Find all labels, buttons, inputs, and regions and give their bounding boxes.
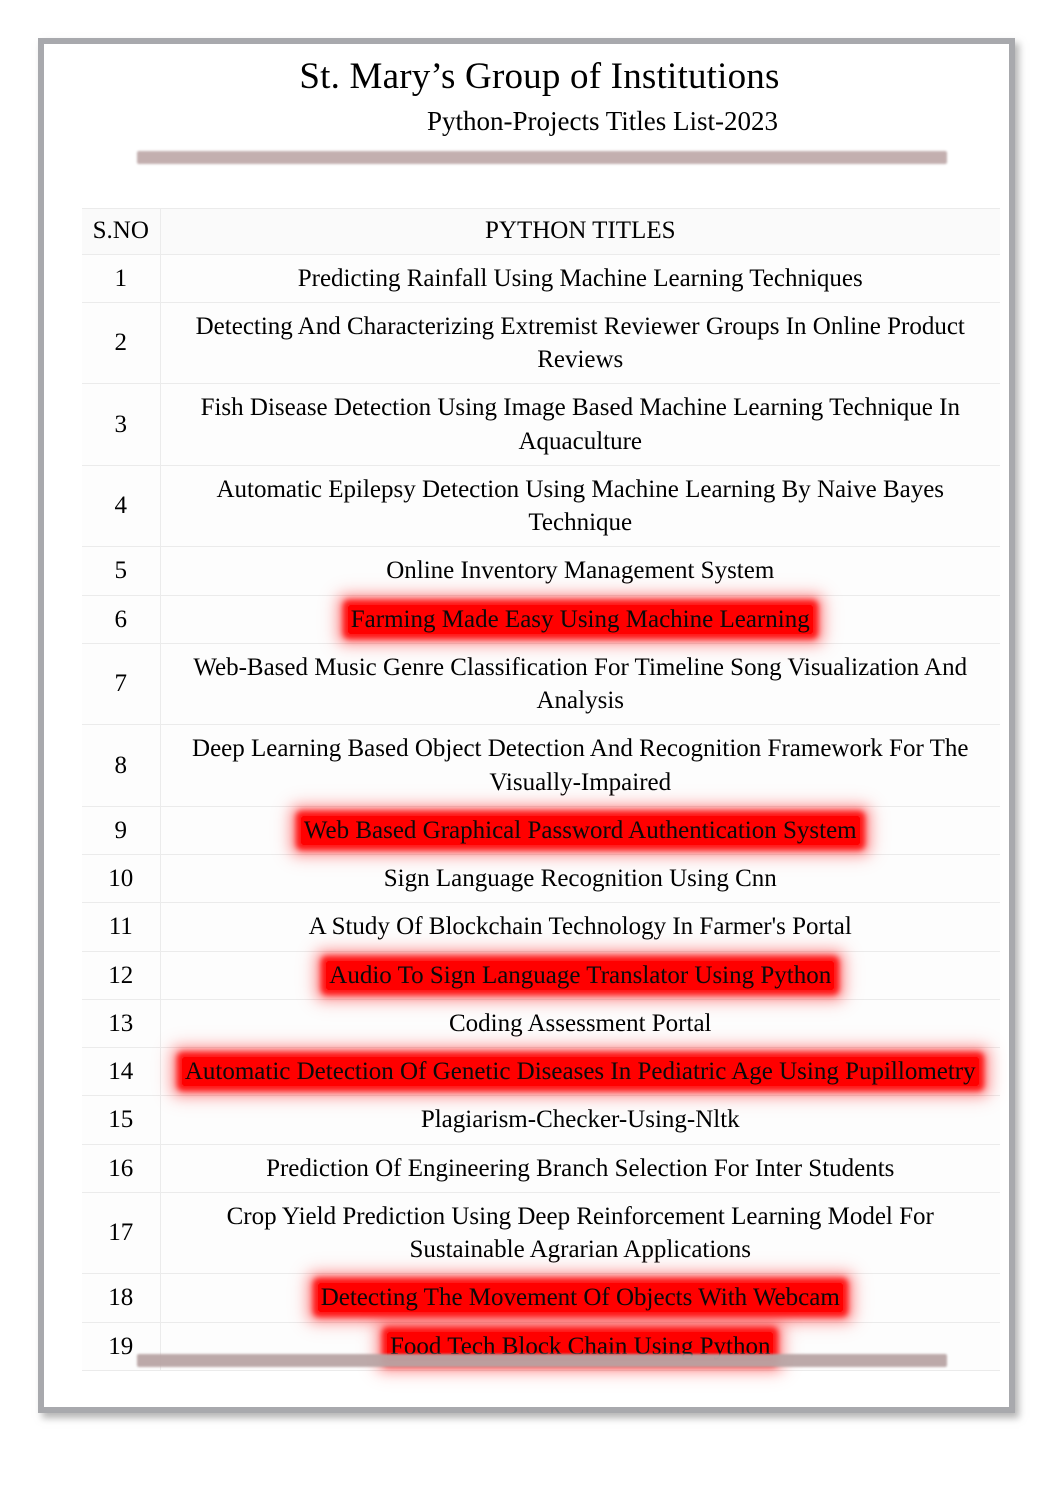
row-serial-number: 7 [82,642,161,726]
project-title-highlighted: Farming Made Easy Using Machine Learning [347,604,813,634]
table-body: 1 Predicting Rainfall Using Machine Learn… [82,253,1000,1371]
document-header: St. Mary’s Group of Institutions Python-… [46,46,1007,165]
table-row: 8 Deep Learning Based Object Detection An… [82,724,1000,807]
row-serial-number: 13 [82,998,161,1049]
row-project-title: Coding Assessment Portal [160,998,1000,1049]
row-project-title: Deep Learning Based Object Detection And… [160,724,1000,807]
row-project-title: Crop Yield Prediction Using Deep Reinfor… [160,1191,1000,1275]
row-serial-number: 12 [82,950,161,1000]
table-row: 1 Predicting Rainfall Using Machine Learn… [82,253,1000,303]
document-page: St. Mary’s Group of Institutions Python-… [44,44,1009,1407]
document-page-frame: St. Mary’s Group of Institutions Python-… [38,38,1015,1413]
row-project-title: A Study Of Blockchain Technology In Farm… [160,902,1000,952]
table-row: 12 Audio To Sign Language Translator Usin… [82,950,1000,1000]
row-project-title: Detecting The Movement Of Objects With W… [160,1273,1000,1323]
row-serial-number: 11 [82,902,161,952]
project-title: Sign Language Recognition Using Cnn [383,865,777,893]
header-decorative-bar [137,151,947,165]
project-title-highlighted: Web Based Graphical Password Authenticat… [300,815,860,845]
project-title: A Study Of Blockchain Technology In Farm… [308,913,852,941]
row-project-title: Predicting Rainfall Using Machine Learni… [160,253,1000,303]
institution-title: St. Mary’s Group of Institutions [299,56,780,97]
table-row: 18 Detecting The Movement Of Objects With… [82,1273,1000,1323]
row-project-title: Automatic Detection Of Genetic Diseases … [160,1047,1000,1097]
project-title-highlighted: Detecting The Movement Of Objects With W… [317,1283,843,1313]
project-title-highlighted: Audio To Sign Language Translator Using … [326,960,835,990]
table-row: 5 Online Inventory Management System [82,546,1000,596]
table-row: 16 Prediction Of Engineering Branch Selec… [82,1143,1000,1193]
table-row: 13 Coding Assessment Portal [82,998,1000,1049]
table-row: 4 Automatic Epilepsy Detection Using Mach… [82,464,1000,548]
table-row: 10 Sign Language Recognition Using Cnn [82,854,1000,904]
row-project-title: Sign Language Recognition Using Cnn [160,854,1000,904]
titles-table-container: S.NO PYTHON TITLES 1 Predicting Rainfall … [46,208,1007,1371]
row-serial-number: 16 [82,1143,161,1193]
table-row: 11 A Study Of Blockchain Technology In Fa… [82,902,1000,952]
table-row: 9 Web Based Graphical Password Authentica… [82,805,1000,856]
project-title: Plagiarism-Checker-Using-Nltk [420,1106,740,1134]
row-serial-number: 3 [82,383,161,466]
row-project-title: Detecting And Characterizing Extremist R… [160,301,1000,385]
project-title: Prediction Of Engineering Branch Selecti… [266,1154,895,1182]
table-row: 7 Web-Based Music Genre Classification Fo… [82,642,1000,726]
row-serial-number: 1 [82,253,161,303]
row-project-title: Web Based Graphical Password Authenticat… [160,805,1000,856]
project-title: Detecting And Characterizing Extremist R… [195,312,965,374]
document-subtitle: Python-Projects Titles List-2023 [426,105,779,136]
project-title: Fish Disease Detection Using Image Based… [200,394,960,455]
project-title: Predicting Rainfall Using Machine Learni… [297,264,863,292]
table-row: 17 Crop Yield Prediction Using Deep Reinf… [82,1191,1000,1275]
row-project-title: Audio To Sign Language Translator Using … [160,950,1000,1000]
table-row: 2 Detecting And Characterizing Extremist … [82,301,1000,385]
row-serial-number: 18 [82,1273,161,1323]
table-header-row: S.NO PYTHON TITLES [82,208,1000,255]
python-titles-table: S.NO PYTHON TITLES 1 Predicting Rainfall … [82,208,1000,1371]
project-title: Crop Yield Prediction Using Deep Reinfor… [226,1202,934,1264]
row-serial-number: 5 [82,546,161,596]
table-row: 3 Fish Disease Detection Using Image Base… [82,383,1000,466]
project-title-highlighted: Automatic Detection Of Genetic Diseases … [181,1057,979,1087]
column-header-title: PYTHON TITLES [160,208,1000,255]
project-title: Coding Assessment Portal [448,1009,712,1037]
row-project-title: Web-Based Music Genre Classification For… [160,642,1000,726]
project-title: Automatic Epilepsy Detection Using Machi… [216,475,945,537]
table-row: 15 Plagiarism-Checker-Using-Nltk [82,1095,1000,1145]
project-title: Deep Learning Based Object Detection And… [192,735,969,796]
column-header-sno: S.NO [82,208,161,255]
table-row: 14 Automatic Detection Of Genetic Disease… [82,1047,1000,1097]
row-serial-number: 10 [82,854,161,904]
row-project-title: Fish Disease Detection Using Image Based… [160,383,1000,466]
row-project-title: Farming Made Easy Using Machine Learning [160,594,1000,644]
row-serial-number: 15 [82,1095,161,1145]
footer-decorative-bar [137,1354,947,1367]
project-title: Web-Based Music Genre Classification For… [193,653,968,715]
row-serial-number: 4 [82,464,161,548]
table-row: 6 Farming Made Easy Using Machine Learnin… [82,594,1000,644]
project-title: Online Inventory Management System [386,557,775,585]
row-serial-number: 2 [82,301,161,385]
row-project-title: Online Inventory Management System [160,546,1000,596]
row-serial-number: 9 [82,805,161,856]
row-serial-number: 14 [82,1047,161,1097]
row-project-title: Prediction Of Engineering Branch Selecti… [160,1143,1000,1193]
table-header-row-group: S.NO PYTHON TITLES [82,208,1000,255]
row-serial-number: 17 [82,1191,161,1275]
row-project-title: Plagiarism-Checker-Using-Nltk [160,1095,1000,1145]
row-serial-number: 8 [82,724,161,807]
row-project-title: Automatic Epilepsy Detection Using Machi… [160,464,1000,548]
row-serial-number: 6 [82,594,161,644]
